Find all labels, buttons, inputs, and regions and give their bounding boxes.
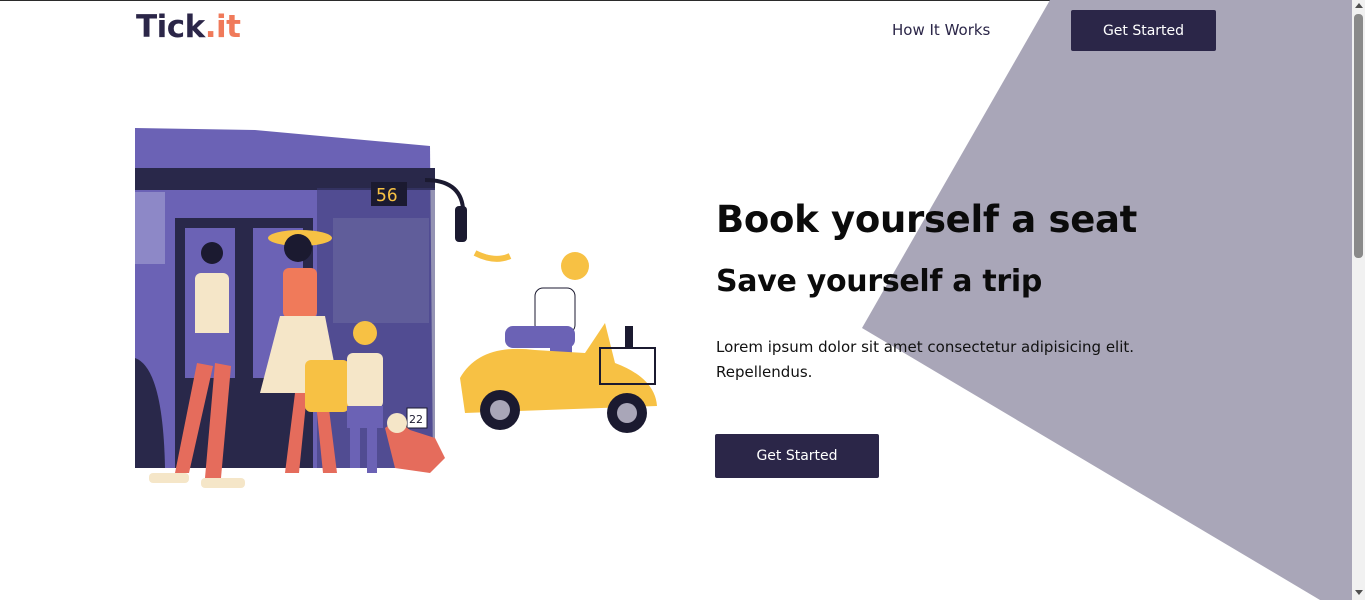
bus-mirror (455, 206, 467, 242)
bus-number: 56 (376, 185, 398, 206)
bus-plate-text: 22 (409, 413, 423, 426)
logo-main-text: Tick (136, 9, 205, 45)
logo-accent-text: .it (204, 9, 241, 45)
nav-how-it-works-link[interactable]: How It Works (892, 21, 990, 39)
scrollbar-thumb[interactable] (1354, 14, 1363, 258)
hero-illustration: 56 22 (135, 128, 657, 488)
logo[interactable]: Tick.it (136, 9, 241, 45)
hero-get-started-button[interactable]: Get Started (715, 434, 879, 478)
hero-title: Book yourself a seat (716, 198, 1138, 241)
nav-get-started-button[interactable]: Get Started (1071, 10, 1216, 51)
hero-description: Lorem ipsum dolor sit amet consectetur a… (716, 338, 1135, 381)
bus-window (135, 192, 165, 264)
scrollbar[interactable] (1352, 0, 1365, 600)
hero-subtitle: Save yourself a trip (716, 264, 1043, 299)
scroll-up-arrow-icon[interactable] (1355, 3, 1363, 8)
scroll-down-arrow-icon[interactable] (1355, 590, 1363, 595)
